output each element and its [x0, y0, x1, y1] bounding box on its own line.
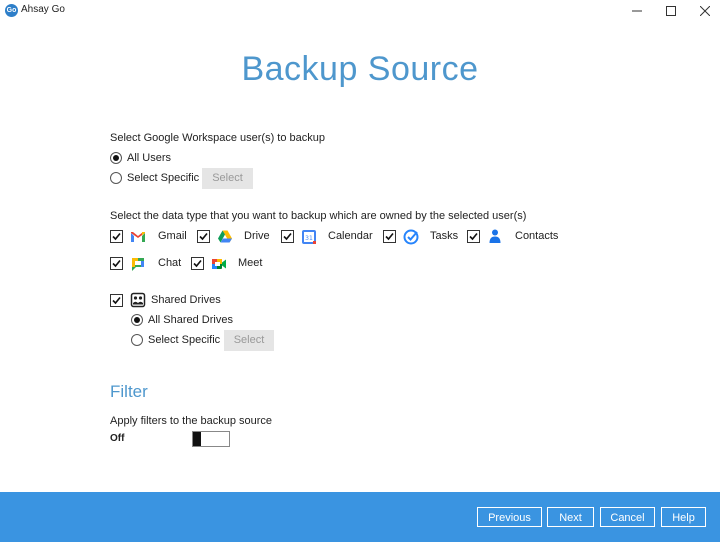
checkmark-icon [112, 296, 121, 305]
checkmark-icon [112, 259, 121, 268]
shared-drives-label[interactable]: Shared Drives [151, 294, 221, 306]
close-button[interactable] [688, 0, 720, 22]
gmail-icon [131, 232, 145, 242]
google-tasks-icon [403, 229, 419, 245]
minimize-icon [632, 10, 642, 12]
google-drive-icon [218, 230, 232, 243]
google-contacts-icon [489, 229, 501, 243]
minimize-button[interactable] [620, 0, 654, 22]
checkmark-icon [199, 232, 208, 241]
checkmark-icon [385, 232, 394, 241]
google-chat-icon [132, 258, 144, 271]
google-calendar-icon: 31 [302, 230, 316, 244]
drive-label[interactable]: Drive [244, 230, 270, 242]
calendar-label[interactable]: Calendar [328, 230, 373, 242]
calendar-checkbox[interactable] [281, 230, 294, 243]
filter-state-label: Off [110, 433, 125, 444]
all-users-label[interactable]: All Users [127, 152, 171, 164]
shared-drives-checkbox[interactable] [110, 294, 123, 307]
select-specific-users-radio[interactable] [110, 172, 122, 184]
users-prompt: Select Google Workspace user(s) to backu… [110, 132, 326, 144]
select-specific-drives-label[interactable]: Select Specific [148, 334, 220, 346]
maximize-button[interactable] [654, 0, 688, 22]
select-specific-drives-radio[interactable] [131, 334, 143, 346]
select-drives-button[interactable]: Select [224, 330, 274, 351]
window-title: Ahsay Go [21, 4, 65, 15]
all-shared-drives-label[interactable]: All Shared Drives [148, 314, 233, 326]
next-button[interactable]: Next [547, 507, 594, 527]
checkmark-icon [112, 232, 121, 241]
previous-button[interactable]: Previous [477, 507, 542, 527]
meet-checkbox[interactable] [191, 257, 204, 270]
filter-toggle[interactable] [192, 431, 230, 447]
checkmark-icon [283, 232, 292, 241]
tasks-label[interactable]: Tasks [430, 230, 458, 242]
close-icon [700, 6, 710, 16]
checkmark-icon [193, 259, 202, 268]
gmail-checkbox[interactable] [110, 230, 123, 243]
contacts-checkbox[interactable] [467, 230, 480, 243]
checkmark-icon [469, 232, 478, 241]
tasks-checkbox[interactable] [383, 230, 396, 243]
select-users-button[interactable]: Select [202, 168, 253, 189]
google-meet-icon [212, 259, 226, 269]
app-logo-icon: Go [5, 4, 18, 17]
chat-checkbox[interactable] [110, 257, 123, 270]
select-specific-users-label[interactable]: Select Specific [127, 172, 199, 184]
meet-label[interactable]: Meet [238, 257, 262, 269]
filter-heading: Filter [110, 382, 148, 401]
cancel-button[interactable]: Cancel [600, 507, 655, 527]
contacts-label[interactable]: Contacts [515, 230, 558, 242]
chat-label[interactable]: Chat [158, 257, 181, 269]
help-button[interactable]: Help [661, 507, 706, 527]
filter-description: Apply filters to the backup source [110, 415, 273, 427]
data-type-prompt: Select the data type that you want to ba… [110, 210, 527, 222]
all-shared-drives-radio[interactable] [131, 314, 143, 326]
shared-drives-icon [130, 292, 146, 308]
drive-checkbox[interactable] [197, 230, 210, 243]
title-bar: Go Ahsay Go [0, 0, 720, 22]
maximize-icon [666, 6, 676, 16]
svg-text:31: 31 [305, 235, 313, 242]
page-title: Backup Source [241, 50, 479, 88]
gmail-label[interactable]: Gmail [158, 230, 187, 242]
all-users-radio[interactable] [110, 152, 122, 164]
toggle-knob [193, 432, 201, 446]
